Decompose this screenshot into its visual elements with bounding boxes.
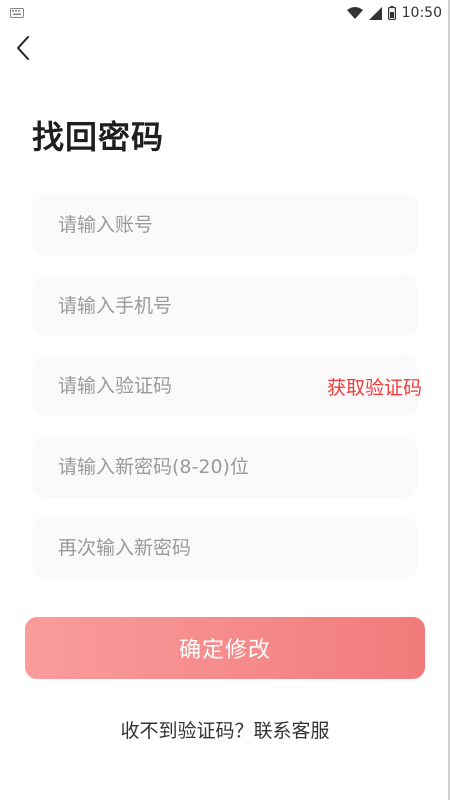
confirm-password-field[interactable] xyxy=(32,517,418,579)
chevron-left-icon xyxy=(15,35,31,65)
page-title: 找回密码 xyxy=(32,118,165,156)
account-input[interactable] xyxy=(58,194,418,256)
code-input[interactable] xyxy=(58,355,301,417)
signal-icon xyxy=(368,6,382,20)
phone-input[interactable] xyxy=(58,275,418,337)
account-field[interactable] xyxy=(32,194,418,256)
confirm-change-button[interactable]: 确定修改 xyxy=(25,617,425,679)
status-time: 10:50 xyxy=(401,5,442,21)
phone-field[interactable] xyxy=(32,275,418,337)
new-password-input[interactable] xyxy=(58,436,418,498)
new-password-field[interactable] xyxy=(32,436,418,498)
status-bar: 10:50 xyxy=(0,0,450,26)
get-code-button[interactable]: 获取验证码 xyxy=(327,373,422,400)
wifi-icon xyxy=(346,7,363,19)
battery-icon xyxy=(387,6,396,20)
confirm-password-input[interactable] xyxy=(58,517,418,579)
code-field[interactable]: 获取验证码 xyxy=(32,355,422,417)
status-right: 10:50 xyxy=(346,5,442,21)
contact-support-link[interactable]: 收不到验证码？联系客服 xyxy=(0,716,450,743)
back-button[interactable] xyxy=(8,34,38,66)
keyboard-icon xyxy=(10,8,24,18)
